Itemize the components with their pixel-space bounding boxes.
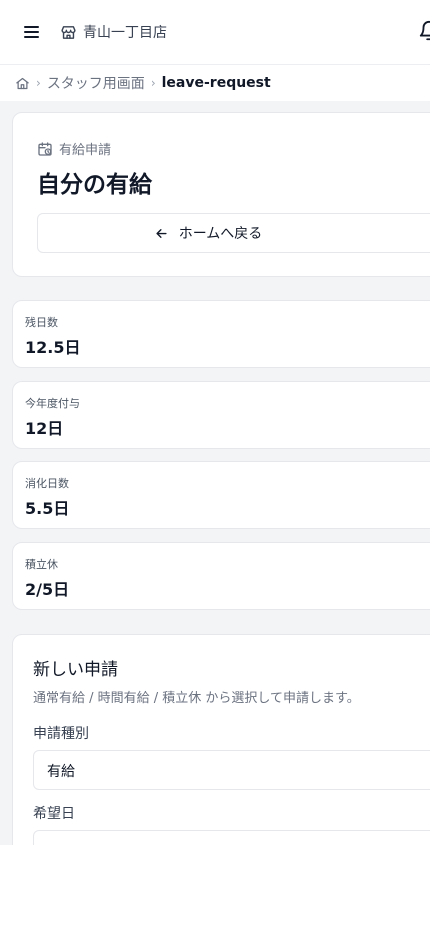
hamburger-icon: [24, 26, 39, 28]
stat-label: 残日数: [25, 316, 58, 329]
chevron-right-icon: ›: [150, 76, 156, 90]
breadcrumb: › スタッフ用画面 › leave-request: [0, 65, 430, 101]
chevron-right-icon: ›: [36, 76, 41, 90]
form-description: 通常有給 / 時間有給 / 積立休 から選択して申請します。: [33, 691, 360, 706]
calendar-clock-icon: [38, 141, 52, 156]
form-title: 新しい申請: [33, 660, 118, 680]
hero-subtitle: 有給申請: [37, 139, 111, 158]
page-title: 自分の有給: [37, 172, 152, 198]
stat-value: 12日: [25, 419, 64, 438]
stat-card-remaining: 残日数 12.5日: [12, 300, 430, 368]
arrow-left-icon: [156, 228, 167, 238]
stat-value: 5.5日: [25, 499, 70, 518]
stat-card-granted: 今年度付与 12日: [12, 381, 430, 449]
bell-icon: [419, 21, 430, 41]
app-viewport: 青山一丁目店 › スタッフ用画面 › leave-request 有給申請 自分…: [0, 0, 430, 845]
back-home-button[interactable]: ホームへ戻る: [37, 213, 430, 253]
request-type-select[interactable]: 有給: [33, 750, 430, 790]
date-input[interactable]: [33, 830, 430, 845]
stat-label: 消化日数: [25, 477, 69, 490]
request-type-label: 申請種別: [33, 726, 89, 742]
stat-label: 今年度付与: [25, 397, 80, 410]
top-header: 青山一丁目店: [0, 0, 430, 65]
notifications-button[interactable]: [418, 20, 430, 46]
leave-hero-card: 有給申請 自分の有給 ホームへ戻る: [12, 112, 430, 277]
request-type-value: 有給: [47, 764, 75, 780]
date-label: 希望日: [33, 806, 75, 822]
home-icon[interactable]: [15, 76, 30, 91]
stat-label: 積立休: [25, 558, 58, 571]
store-icon: [61, 25, 76, 39]
breadcrumb-parent[interactable]: スタッフ用画面: [47, 73, 145, 93]
breadcrumb-current: leave-request: [161, 75, 271, 91]
stat-card-used: 消化日数 5.5日: [12, 461, 430, 529]
new-request-form: 新しい申請 通常有給 / 時間有給 / 積立休 から選択して申請します。 申請種…: [12, 634, 430, 845]
stat-card-accumulated: 積立休 2/5日: [12, 542, 430, 610]
stat-value: 12.5日: [25, 338, 81, 357]
menu-button[interactable]: [22, 22, 42, 42]
store-name: 青山一丁目店: [83, 25, 167, 41]
stat-value: 2/5日: [25, 580, 70, 599]
store-switcher[interactable]: 青山一丁目店: [60, 21, 167, 43]
